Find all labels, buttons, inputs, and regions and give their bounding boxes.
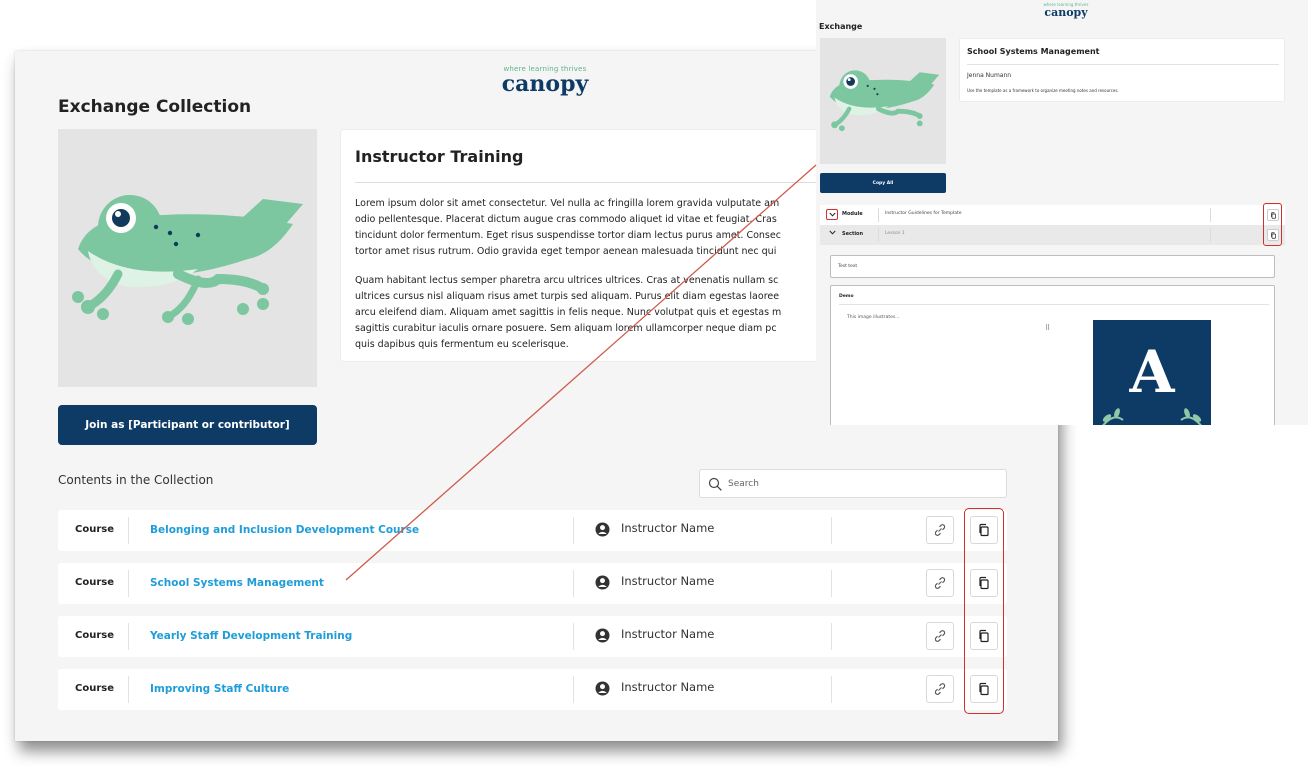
section-row[interactable]: Section Lesson 1	[820, 225, 1285, 245]
course-author: Jenna Numann	[967, 72, 1012, 79]
text-block[interactable]: Test text	[830, 255, 1275, 278]
text-block-content: Test text	[838, 264, 858, 269]
copy-buttons-highlight	[964, 508, 1004, 714]
collection-image	[58, 129, 317, 387]
course-card-divider	[967, 64, 1279, 65]
course-detail-window: where learning thrives canopy Exchange C…	[816, 0, 1308, 425]
column-divider	[831, 517, 832, 544]
column-divider	[831, 676, 832, 703]
user-circle-icon	[595, 575, 610, 590]
column-divider	[878, 228, 879, 242]
user-circle-icon	[595, 681, 610, 696]
inset-page-title: Exchange	[819, 22, 863, 31]
copy-buttons-highlight	[1263, 203, 1282, 246]
content-type: Course	[75, 630, 114, 641]
link-icon	[934, 524, 946, 536]
contents-list: Course Belonging and Inclusion Developme…	[58, 510, 1007, 722]
copy-link-button[interactable]	[926, 569, 954, 597]
column-divider	[128, 517, 129, 544]
frog-illustration	[829, 70, 940, 132]
content-type: Course	[75, 524, 114, 535]
instructor-name: Instructor Name	[621, 574, 715, 588]
column-divider	[128, 570, 129, 597]
column-divider	[573, 517, 574, 544]
brand: where learning thrives canopy	[475, 65, 615, 95]
search-box[interactable]	[699, 469, 1007, 498]
course-title: School Systems Management	[967, 47, 1100, 56]
link-icon	[934, 683, 946, 695]
demo-image: A	[1093, 320, 1211, 425]
link-icon	[934, 630, 946, 642]
search-input[interactable]	[728, 478, 988, 489]
module-name: Instructor Guidelines for Template	[885, 211, 962, 216]
table-row: Course Belonging and Inclusion Developme…	[58, 510, 1007, 551]
module-row[interactable]: Module Instructor Guidelines for Templat…	[820, 205, 1285, 225]
inset-brand: where learning thrives canopy	[1026, 2, 1106, 18]
content-title-link[interactable]: School Systems Management	[150, 577, 324, 589]
column-divider	[128, 676, 129, 703]
module-toggle[interactable]	[826, 209, 838, 220]
table-row: Course Improving Staff Culture Instructo…	[58, 669, 1007, 710]
card-description-paragraph-2: Quam habitant lectus semper pharetra arc…	[355, 275, 782, 350]
copy-link-button[interactable]	[926, 622, 954, 650]
demo-title: Demo	[839, 294, 854, 299]
instructor-name: Instructor Name	[621, 627, 715, 641]
demo-caption: This image illustrates...	[847, 315, 900, 320]
content-title-link[interactable]: Belonging and Inclusion Development Cour…	[150, 524, 419, 536]
instructor-name: Instructor Name	[621, 680, 715, 694]
join-button[interactable]: Join as [Participant or contributor]	[58, 405, 317, 445]
leaf-decoration-icon	[1102, 408, 1202, 425]
course-description: Use the template as a framework to organ…	[967, 88, 1119, 93]
link-icon	[934, 577, 946, 589]
user-circle-icon	[595, 522, 610, 537]
content-title-link[interactable]: Improving Staff Culture	[150, 683, 289, 695]
instructor-name: Instructor Name	[621, 521, 715, 535]
brand-logo[interactable]: canopy	[475, 73, 615, 95]
course-image	[820, 38, 946, 164]
column-divider	[831, 623, 832, 650]
copy-all-button[interactable]: Copy All	[820, 173, 946, 193]
copy-link-button[interactable]	[926, 675, 954, 703]
column-divider	[573, 676, 574, 703]
content-type: Course	[75, 683, 114, 694]
user-circle-icon	[595, 628, 610, 643]
frog-illustration	[72, 195, 303, 325]
content-title-link[interactable]: Yearly Staff Development Training	[150, 630, 352, 642]
content-type: Course	[75, 577, 114, 588]
column-divider	[128, 623, 129, 650]
column-divider	[831, 570, 832, 597]
card-title: Instructor Training	[355, 147, 524, 166]
column-divider	[1210, 208, 1211, 222]
course-info-card: School Systems Management Jenna Numann U…	[959, 38, 1285, 102]
table-row: Course School Systems Management Instruc…	[58, 563, 1007, 604]
table-row: Course Yearly Staff Development Training…	[58, 616, 1007, 657]
column-divider	[573, 623, 574, 650]
section-name: Lesson 1	[885, 231, 905, 236]
demo-block[interactable]: Demo This image illustrates... ⠿ A	[830, 285, 1275, 425]
search-icon	[708, 477, 722, 491]
copy-link-button[interactable]	[926, 516, 954, 544]
contents-heading: Contents in the Collection	[58, 473, 214, 487]
chevron-down-icon	[828, 212, 836, 217]
drag-handle-icon[interactable]: ⠿	[1045, 324, 1050, 332]
column-divider	[573, 570, 574, 597]
inset-brand-logo[interactable]: canopy	[1026, 7, 1106, 18]
column-divider	[1210, 228, 1211, 242]
module-label: Module	[842, 211, 863, 217]
page-title: Exchange Collection	[58, 97, 252, 117]
column-divider	[878, 208, 879, 222]
demo-divider	[839, 304, 1269, 305]
chevron-down-icon[interactable]	[829, 230, 836, 235]
card-description-paragraph-1: Lorem ipsum dolor sit amet consectetur. …	[355, 198, 781, 257]
section-label: Section	[842, 231, 864, 237]
